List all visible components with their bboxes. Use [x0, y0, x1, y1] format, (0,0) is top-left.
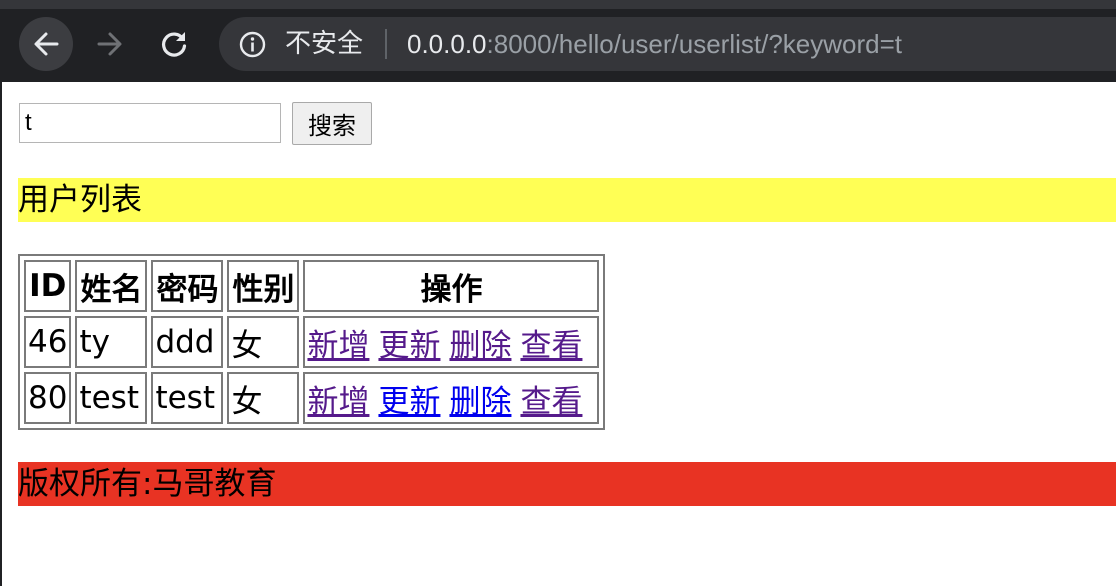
cell-password: test — [151, 372, 224, 424]
address-bar[interactable]: 不安全 0.0.0.0:8000/hello/user/userlist/?ke… — [219, 17, 1116, 71]
tab-strip — [0, 0, 1116, 9]
cell-gender: 女 — [227, 316, 300, 368]
cell-actions: 新增 更新 删除 查看 — [303, 316, 600, 368]
update-link[interactable]: 更新 — [378, 384, 440, 420]
back-button[interactable] — [19, 17, 73, 71]
header-name: 姓名 — [75, 260, 148, 312]
delete-link[interactable]: 删除 — [449, 328, 511, 364]
search-button[interactable]: 搜索 — [292, 102, 372, 145]
window-edge — [0, 82, 2, 586]
header-gender: 性别 — [227, 260, 300, 312]
arrow-right-icon — [97, 32, 122, 56]
header-actions: 操作 — [303, 260, 600, 312]
cell-name: test — [75, 372, 148, 424]
browser-toolbar: 不安全 0.0.0.0:8000/hello/user/userlist/?ke… — [0, 0, 1116, 82]
table-row: 46 ty ddd 女 新增 更新 删除 查看 — [24, 316, 600, 368]
table-row: 80 test test 女 新增 更新 删除 查看 — [24, 372, 600, 424]
copyright-footer: 版权所有:马哥教育 — [18, 462, 1116, 506]
info-icon[interactable] — [239, 31, 266, 58]
update-link[interactable]: 更新 — [378, 328, 440, 364]
view-link[interactable]: 查看 — [520, 328, 582, 364]
cell-id: 80 — [24, 372, 72, 424]
add-link[interactable]: 新增 — [307, 384, 369, 420]
url-text[interactable]: 0.0.0.0:8000/hello/user/userlist/?keywor… — [407, 27, 902, 61]
delete-link[interactable]: 删除 — [449, 384, 511, 420]
cell-name: ty — [75, 316, 148, 368]
header-password: 密码 — [151, 260, 224, 312]
table-header-row: ID 姓名 密码 性别 操作 — [24, 260, 600, 312]
cell-password: ddd — [151, 316, 224, 368]
view-link[interactable]: 查看 — [520, 384, 582, 420]
address-divider — [385, 29, 387, 59]
search-input[interactable] — [19, 103, 281, 143]
page-title: 用户列表 — [18, 178, 1116, 222]
cell-actions: 新增 更新 删除 查看 — [303, 372, 600, 424]
reload-button[interactable] — [147, 17, 201, 71]
add-link[interactable]: 新增 — [307, 328, 369, 364]
security-label[interactable]: 不安全 — [285, 27, 363, 61]
reload-icon — [162, 32, 187, 57]
header-id: ID — [24, 260, 72, 312]
url-path: :8000/hello/user/userlist/?keyword=t — [486, 29, 903, 59]
user-table: ID 姓名 密码 性别 操作 46 ty ddd 女 新增 更新 删除 查看 80 t… — [18, 254, 606, 430]
url-host: 0.0.0.0 — [407, 29, 487, 59]
arrow-left-icon — [34, 32, 59, 56]
forward-button[interactable] — [83, 17, 137, 71]
cell-gender: 女 — [227, 372, 300, 424]
cell-id: 46 — [24, 316, 72, 368]
